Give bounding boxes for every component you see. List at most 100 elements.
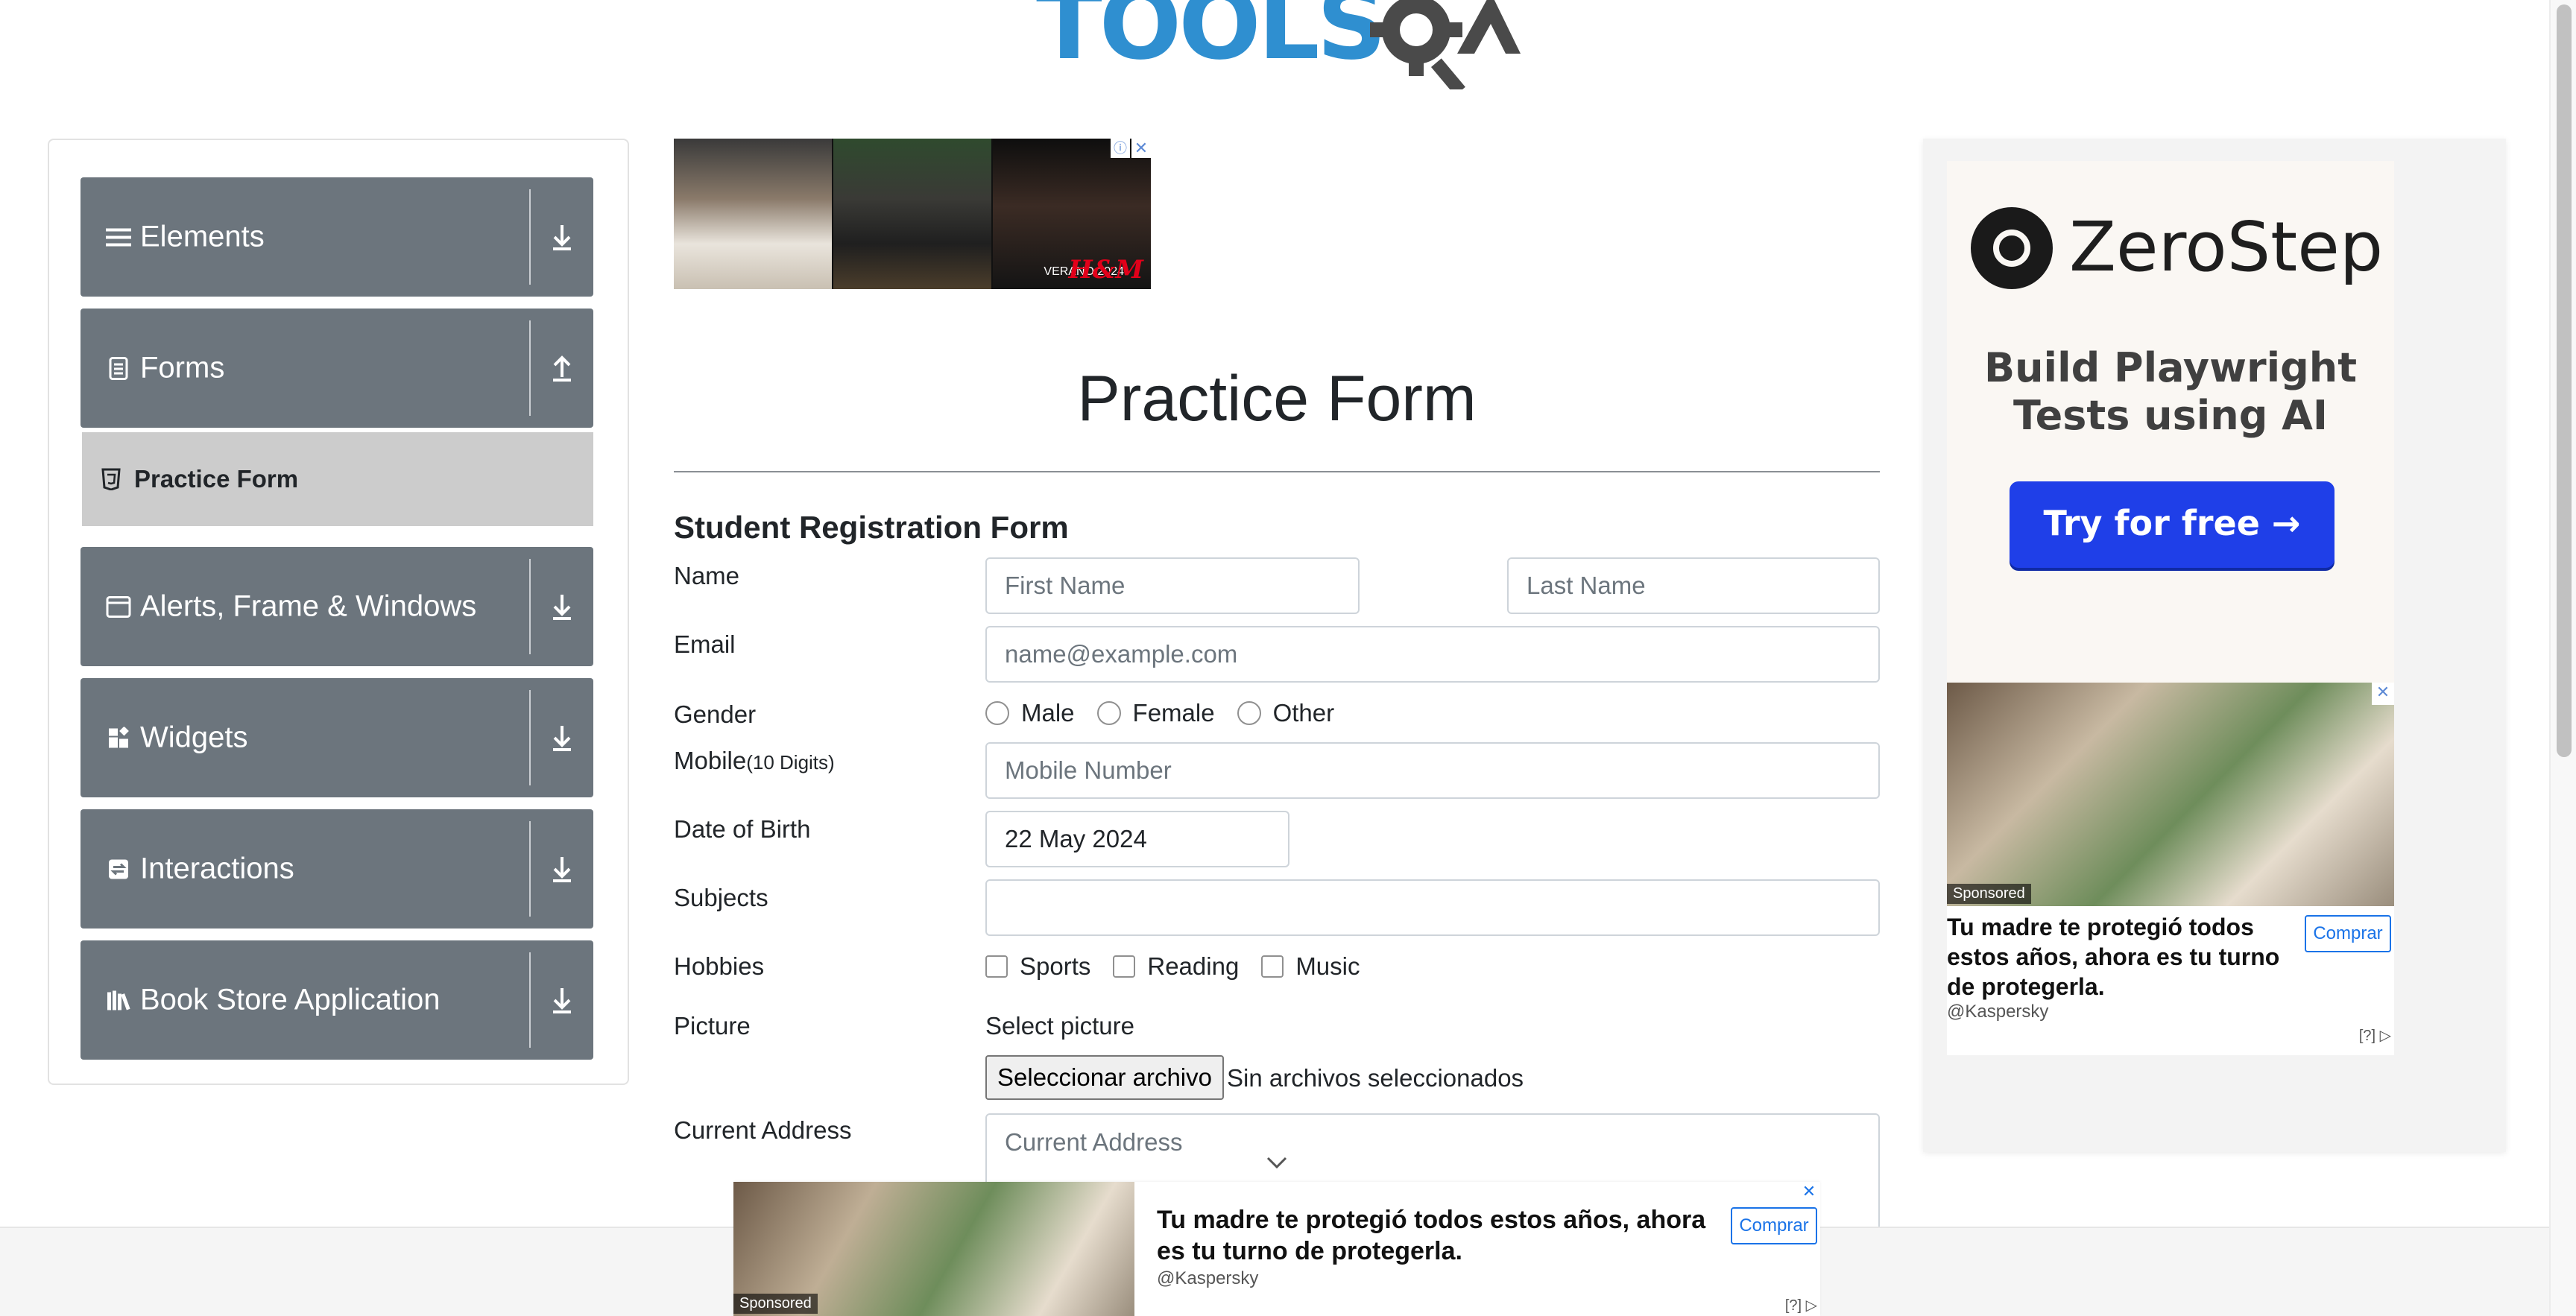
bottom-ad-banner[interactable]: Sponsored Tu madre te protegió todos est… [733,1182,1820,1316]
gender-option-label[interactable]: Female [1133,699,1215,727]
sidebar-group-label: Widgets [140,721,248,754]
window-icon [106,594,131,619]
ad-text: Tu madre te protegió todos estos años, a… [1947,914,2280,1000]
close-icon[interactable]: ✕ [1798,1182,1820,1204]
sidebar-group-alerts[interactable]: Alerts, Frame & Windows [80,547,593,666]
toolsqa-logo[interactable]: TOOLS [1036,0,1521,96]
gender-option-label[interactable]: Other [1273,699,1335,727]
name-label: Name [674,562,740,589]
subjects-input[interactable] [985,879,1880,936]
gender-options: Male Female Other [985,699,1357,727]
mobile-label: Mobile(10 Digits) [674,747,835,774]
sidebar-group-interactions[interactable]: Interactions [80,809,593,929]
hamburger-icon [106,224,131,250]
choose-file-button[interactable]: Seleccionar archivo [985,1055,1224,1100]
divider [529,559,531,654]
hobby-checkbox-sports[interactable] [985,955,1008,978]
gender-label: Gender [674,700,757,728]
mobile-number-input[interactable] [985,742,1880,799]
sidebar-group-elements[interactable]: Elements [80,177,593,297]
ad-text: Tu madre te protegió todos estos años, a… [1157,1206,1706,1265]
gender-radio-female[interactable] [1096,701,1121,725]
close-icon[interactable]: ✕ [1131,139,1151,158]
ad-photo [833,139,991,289]
file-status: Sin archivos seleccionados [1227,1064,1524,1092]
ad-photo [1947,683,2394,906]
ad-photo [674,139,832,289]
email-label: Email [674,630,736,658]
hobbies-label: Hobbies [674,952,765,980]
date-of-birth-input[interactable] [985,811,1289,867]
sponsored-label: Sponsored [733,1294,818,1314]
document-icon [106,355,131,381]
hobby-checkbox-reading[interactable] [1113,955,1136,978]
hobby-checkbox-music[interactable] [1261,955,1284,978]
buy-button[interactable]: Comprar [1731,1207,1817,1244]
sponsored-label: Sponsored [1947,884,2031,904]
ad-choices-icon[interactable]: [?] ▷ [2359,1026,2391,1045]
try-for-free-button[interactable]: Try for free → [2010,481,2334,568]
sidebar-item-label: Practice Form [134,465,299,493]
logo-graphic: TOOLS [1036,0,1521,96]
html5-icon [101,468,121,490]
gender-radio-other[interactable] [1237,701,1261,725]
ad-handle: @Kaspersky [1157,1268,1259,1288]
divider [529,690,531,785]
divider [674,471,1880,472]
books-icon [106,987,131,1013]
download-icon[interactable] [541,979,583,1021]
sidebar-group-label: Interactions [140,852,294,885]
hobby-option-label[interactable]: Music [1295,952,1360,981]
gender-radio-male[interactable] [985,701,1009,725]
upload-icon[interactable] [541,347,583,389]
picture-label: Picture [674,1012,751,1040]
divider [529,952,531,1048]
hobby-option-label[interactable]: Reading [1147,952,1239,981]
buy-button[interactable]: Comprar [2305,915,2391,952]
first-name-input[interactable] [985,557,1360,614]
download-icon[interactable] [541,586,583,627]
current-address-label: Current Address [674,1116,852,1144]
subjects-label: Subjects [674,884,768,911]
right-ad-panel[interactable]: ZeroStep Build Playwright Tests using AI… [1923,139,2506,1152]
left-panel: Elements Forms Practice Form Alerts, Fra… [48,139,629,1085]
ad-tagline: Build Playwright Tests using AI [1983,344,2358,439]
download-icon[interactable] [541,216,583,258]
last-name-input[interactable] [1507,557,1880,614]
sidebar-group-book-store[interactable]: Book Store Application [80,940,593,1060]
divider [529,189,531,285]
email-field[interactable] [985,626,1880,683]
sidebar-group-forms[interactable]: Forms [80,309,593,428]
hobby-option-label[interactable]: Sports [1020,952,1090,981]
sidebar-item-practice-form[interactable]: Practice Form [82,432,593,526]
chevron-down-icon[interactable] [1266,1155,1288,1170]
zerostep-ad[interactable]: ZeroStep Build Playwright Tests using AI… [1947,161,2394,727]
scrollbar-thumb[interactable] [2557,4,2572,757]
info-icon[interactable]: ⓘ [1111,139,1130,158]
dob-label: Date of Birth [674,815,811,843]
kaspersky-ad[interactable]: ✕ Sponsored Tu madre te protegió todos e… [1947,683,2394,1055]
divider [529,821,531,917]
ad-brand: H&M [1068,255,1143,285]
sidebar-group-widgets[interactable]: Widgets [80,678,593,797]
mobile-label-suffix: (10 Digits) [746,751,835,774]
sidebar-group-label: Forms [140,351,225,385]
select-picture-label: Select picture [985,1012,1134,1040]
ad-choices-icon[interactable]: [?] ▷ [1785,1296,1817,1315]
sidebar-group-label: Elements [140,220,265,253]
widgets-icon [106,725,131,750]
divider [529,320,531,416]
interactions-icon [106,856,131,882]
ad-handle: @Kaspersky [1947,1002,2049,1022]
hobbies-options: Sports Reading Music [985,952,1383,981]
sidebar-group-label: Book Store Application [140,983,441,1016]
download-icon[interactable] [541,848,583,890]
zerostep-logo-icon [1971,207,2053,289]
download-icon[interactable] [541,717,583,759]
scrollbar[interactable] [2549,0,2576,1316]
ad-brand: ZeroStep [2069,207,2384,287]
top-ad-banner[interactable]: VERANO 2024 H&M ⓘ ✕ [674,139,1151,289]
page-title: Practice Form [1077,363,1477,434]
close-icon[interactable]: ✕ [2372,683,2394,705]
gender-option-label[interactable]: Male [1021,699,1075,727]
